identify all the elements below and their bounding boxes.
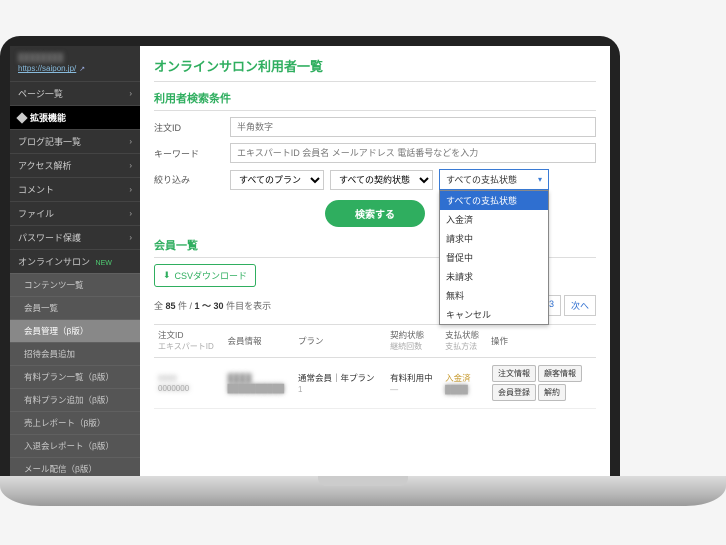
cell-order: 00000000000 (154, 358, 224, 409)
th-ops: 操作 (487, 325, 596, 358)
row-keyword: キーワード (154, 143, 596, 163)
nav-sub-plan-list[interactable]: 有料プラン一覧（β版） (10, 365, 140, 388)
csv-download-button[interactable]: ⬇ CSVダウンロード (154, 264, 256, 287)
nav-online-salon[interactable]: オンラインサロン NEW (10, 249, 140, 273)
option-payment-free[interactable]: 無料 (440, 286, 548, 305)
select-payment[interactable]: すべての支払状態 ▾ (439, 169, 549, 190)
cell-contract: 有料利用中— (386, 358, 441, 409)
nav-blog[interactable]: ブログ記事一覧› (10, 129, 140, 153)
th-plan: プラン (294, 325, 386, 358)
btn-cancel[interactable]: 解約 (538, 384, 566, 401)
cell-plan: 通常会員｜年プラン1 (294, 358, 386, 409)
label-keyword: キーワード (154, 147, 224, 160)
nav-sub-members[interactable]: 会員一覧 (10, 296, 140, 319)
nav-sub-invite[interactable]: 招待会員追加 (10, 342, 140, 365)
th-order: 注文IDエキスパートID (154, 325, 224, 358)
nav-password[interactable]: パスワード保護› (10, 225, 140, 249)
th-payment: 支払状態支払方法 (441, 325, 487, 358)
chevron-right-icon: › (129, 209, 132, 218)
nav-comments[interactable]: コメント› (10, 177, 140, 201)
btn-register[interactable]: 会員登録 (492, 384, 536, 401)
app-screen: ████████ https://saipon.jp/↗ ページ一覧› 拡張機能… (10, 46, 610, 476)
option-payment-dunning[interactable]: 督促中 (440, 248, 548, 267)
nav-sub-sales-report[interactable]: 売上レポート（β版） (10, 411, 140, 434)
option-payment-unbilled[interactable]: 未請求 (440, 267, 548, 286)
external-link-icon: ↗ (79, 66, 85, 73)
option-payment-paid[interactable]: 入金済 (440, 210, 548, 229)
table-row: 00000000000 ██████████████ 通常会員｜年プラン1 有料… (154, 358, 596, 409)
search-button[interactable]: 検索する (325, 200, 425, 227)
chevron-right-icon: › (129, 161, 132, 170)
chevron-right-icon: › (129, 185, 132, 194)
select-payment-dropdown: すべての支払状態 入金済 請求中 督促中 未請求 無料 キャンセル (439, 190, 549, 325)
select-payment-wrap: すべての支払状態 ▾ すべての支払状態 入金済 請求中 督促中 未請求 無料 キ… (439, 169, 549, 190)
row-order-id: 注文ID (154, 117, 596, 137)
option-payment-all[interactable]: すべての支払状態 (440, 191, 548, 210)
option-payment-cancel[interactable]: キャンセル (440, 305, 548, 324)
label-order-id: 注文ID (154, 121, 224, 134)
btn-customer-info[interactable]: 顧客情報 (538, 365, 582, 382)
search-heading: 利用者検索条件 (154, 90, 596, 111)
sidebar: ████████ https://saipon.jp/↗ ページ一覧› 拡張機能… (10, 46, 140, 476)
btn-order-info[interactable]: 注文情報 (492, 365, 536, 382)
nav-section-extensions[interactable]: 拡張機能 (10, 105, 140, 129)
chevron-right-icon: › (129, 89, 132, 98)
th-contract: 契約状態継続回数 (386, 325, 441, 358)
table-header-row: 注文IDエキスパートID 会員情報 プラン 契約状態継続回数 支払状態支払方法 … (154, 325, 596, 358)
pager-next[interactable]: 次へ (564, 295, 596, 316)
chevron-right-icon: › (129, 233, 132, 242)
diamond-icon (16, 112, 27, 123)
new-badge: NEW (96, 260, 112, 267)
main-content: オンラインサロン利用者一覧 利用者検索条件 注文ID キーワード 絞り込み すべ… (140, 46, 610, 476)
site-url-link[interactable]: https://saipon.jp/ (18, 63, 76, 74)
th-member: 会員情報 (224, 325, 295, 358)
nav-sub-contents[interactable]: コンテンツ一覧 (10, 273, 140, 296)
option-payment-billing[interactable]: 請求中 (440, 229, 548, 248)
nav-sub-churn-report[interactable]: 入退会レポート（β版） (10, 434, 140, 457)
cell-ops: 注文情報顧客情報 会員登録解約 (487, 358, 596, 409)
chevron-down-icon: ▾ (538, 175, 542, 184)
nav-sub-mail[interactable]: メール配信（β版） (10, 457, 140, 476)
chevron-right-icon: › (129, 137, 132, 146)
row-filter: 絞り込み すべてのプラン すべての契約状態 すべての支払状態 ▾ すべての支払状… (154, 169, 596, 190)
nav-salon-submenu: コンテンツ一覧 会員一覧 会員管理（β版） 招待会員追加 有料プラン一覧（β版）… (10, 273, 140, 476)
nav-files[interactable]: ファイル› (10, 201, 140, 225)
input-keyword[interactable] (230, 143, 596, 163)
member-table: 注文IDエキスパートID 会員情報 プラン 契約状態継続回数 支払状態支払方法 … (154, 324, 596, 409)
laptop-base (0, 476, 726, 506)
nav-page-list[interactable]: ページ一覧› (10, 81, 140, 105)
cell-payment: 入金済████ (441, 358, 487, 409)
select-plan[interactable]: すべてのプラン (230, 170, 324, 190)
nav-sub-plan-add[interactable]: 有料プラン追加（β版） (10, 388, 140, 411)
laptop-notch (318, 476, 408, 486)
input-order-id[interactable] (230, 117, 596, 137)
page-title: オンラインサロン利用者一覧 (154, 56, 596, 82)
nav-sub-member-manage[interactable]: 会員管理（β版） (10, 319, 140, 342)
cell-member: ██████████████ (224, 358, 295, 409)
label-filter: 絞り込み (154, 173, 224, 186)
select-contract[interactable]: すべての契約状態 (330, 170, 433, 190)
nav-analytics[interactable]: アクセス解析› (10, 153, 140, 177)
site-header: ████████ https://saipon.jp/↗ (10, 46, 140, 81)
result-count-text: 全 85 件 / 1 〜 30 件目を表示 (154, 299, 271, 312)
download-icon: ⬇ (163, 270, 171, 281)
